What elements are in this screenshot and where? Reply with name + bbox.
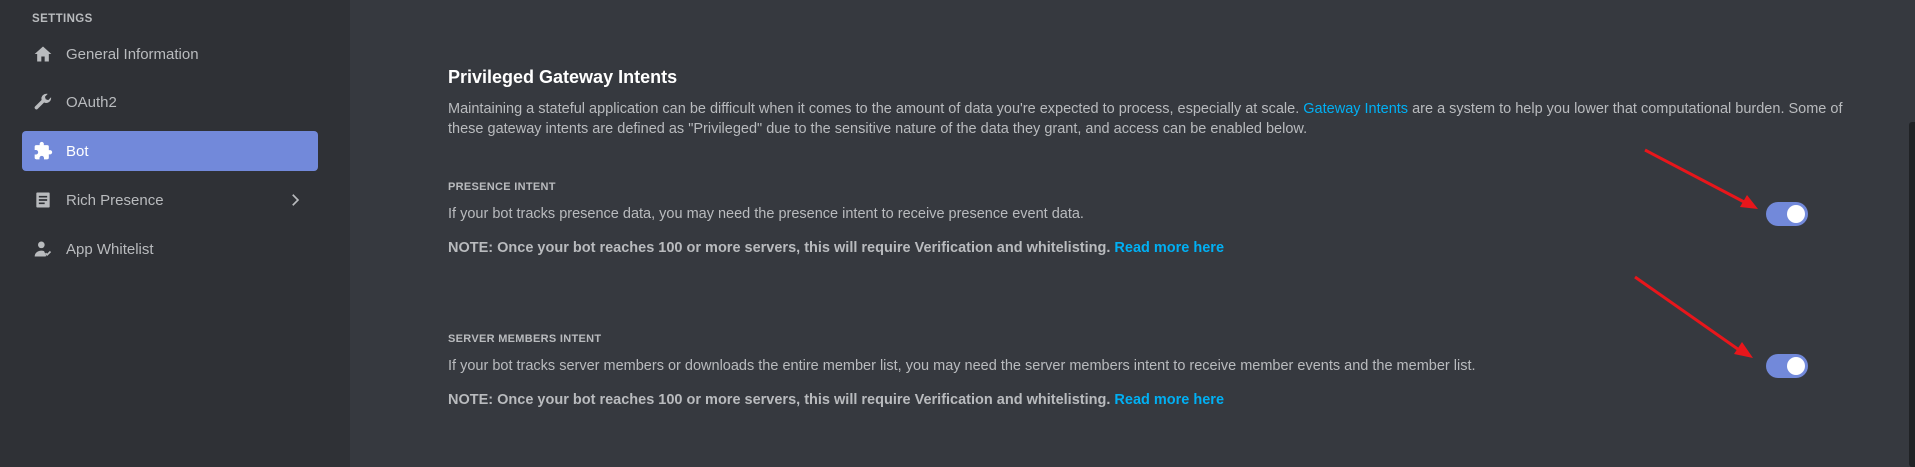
sidebar-item-label: General Information: [66, 45, 199, 63]
puzzle-icon: [32, 140, 54, 162]
server-members-intent-toggle[interactable]: [1766, 354, 1808, 378]
sidebar-item-app-whitelist[interactable]: App Whitelist: [22, 229, 318, 269]
wrench-icon: [32, 91, 54, 113]
main-content: Privileged Gateway Intents Maintaining a…: [350, 0, 1915, 467]
sidebar-item-label: Rich Presence: [66, 191, 164, 209]
server-members-note-text: NOTE: Once your bot reaches 100 or more …: [448, 392, 1111, 408]
server-members-intent-description: If your bot tracks server members or dow…: [448, 358, 1476, 374]
settings-sidebar: SETTINGS General Information OAuth2 Bot …: [0, 0, 350, 467]
scrollbar[interactable]: [1909, 122, 1915, 467]
intents-description: Maintaining a stateful application can b…: [448, 99, 1848, 139]
presence-intent-toggle[interactable]: [1766, 202, 1808, 226]
presence-intent-label: PRESENCE INTENT: [448, 181, 556, 193]
gateway-intents-link[interactable]: Gateway Intents: [1303, 101, 1408, 117]
annotation-arrow-icon: [1634, 275, 1753, 358]
presence-note-text: NOTE: Once your bot reaches 100 or more …: [448, 240, 1111, 256]
toggle-knob: [1787, 357, 1805, 375]
page-title: Privileged Gateway Intents: [448, 67, 678, 87]
document-icon: [32, 189, 54, 211]
sidebar-item-label: Bot: [66, 142, 89, 160]
presence-intent-description: If your bot tracks presence data, you ma…: [448, 206, 1084, 222]
toggle-knob: [1787, 205, 1805, 223]
sidebar-item-bot[interactable]: Bot: [22, 131, 318, 171]
presence-intent-note: NOTE: Once your bot reaches 100 or more …: [448, 240, 1224, 256]
server-members-intent-note: NOTE: Once your bot reaches 100 or more …: [448, 392, 1224, 408]
sidebar-item-label: OAuth2: [66, 93, 117, 111]
description-text-before: Maintaining a stateful application can b…: [448, 101, 1304, 117]
presence-read-more-link[interactable]: Read more here: [1114, 240, 1224, 256]
sidebar-item-general-information[interactable]: General Information: [22, 34, 318, 74]
user-check-icon: [32, 238, 54, 260]
sidebar-item-rich-presence[interactable]: Rich Presence: [22, 180, 318, 220]
home-icon: [32, 43, 54, 65]
server-members-intent-label: SERVER MEMBERS INTENT: [448, 333, 602, 345]
settings-heading: SETTINGS: [32, 13, 93, 25]
sidebar-item-oauth2[interactable]: OAuth2: [22, 82, 318, 122]
server-members-read-more-link[interactable]: Read more here: [1114, 392, 1224, 408]
sidebar-item-label: App Whitelist: [66, 240, 154, 258]
annotation-arrow-icon: [1644, 148, 1758, 209]
chevron-right-icon: [286, 191, 304, 209]
